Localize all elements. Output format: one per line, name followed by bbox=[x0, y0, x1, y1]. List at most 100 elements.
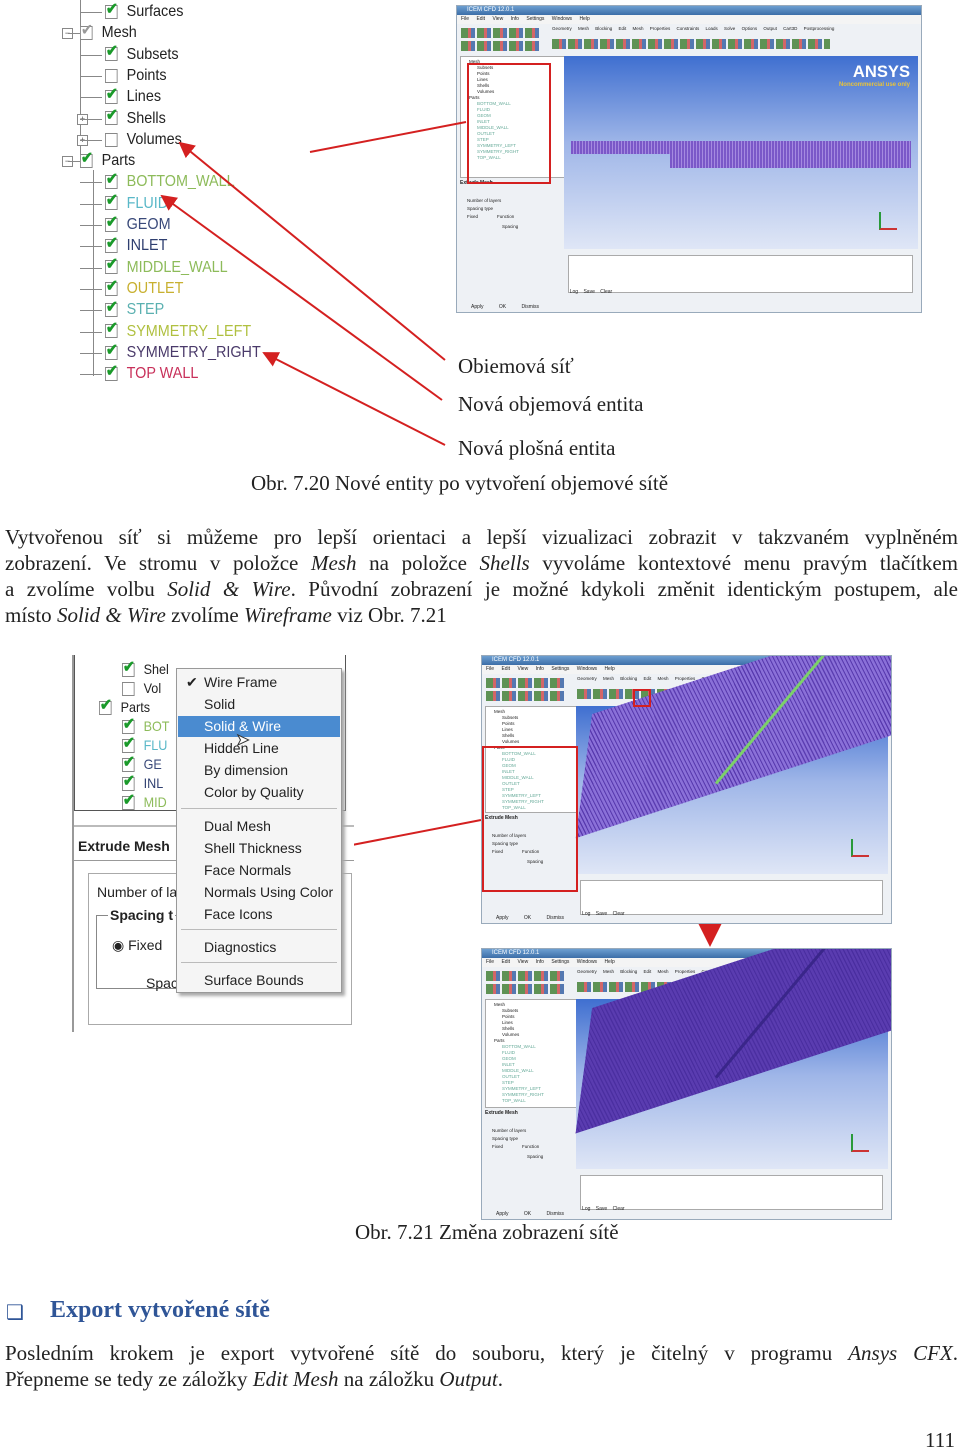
radio-selected-icon: ◉ bbox=[112, 937, 129, 953]
section-bullet-icon: ❑ bbox=[6, 1302, 24, 1324]
menu-item-label: Solid bbox=[204, 696, 236, 712]
panel-buttons[interactable]: Apply OK Dismiss bbox=[496, 915, 564, 921]
tree-item[interactable]: Parts bbox=[99, 696, 150, 717]
tree-item-label: MID bbox=[143, 794, 167, 810]
menu-item-label: By dimension bbox=[204, 762, 289, 778]
menu-item-wire-frame[interactable]: ✔ Wire Frame bbox=[178, 672, 340, 693]
function-label: Function bbox=[522, 1143, 540, 1149]
dismiss-button[interactable]: Dismiss bbox=[547, 915, 565, 921]
number-of-layers-label: Number of lay bbox=[97, 884, 185, 900]
menu-item-by-dimension[interactable]: By dimension bbox=[178, 760, 340, 781]
tree-item[interactable]: GE bbox=[122, 753, 162, 774]
menu-item-label: Surface Bounds bbox=[204, 972, 304, 988]
menu-separator bbox=[181, 808, 337, 809]
tree-item[interactable]: INL bbox=[122, 772, 164, 793]
toolbar-icons[interactable] bbox=[486, 678, 566, 688]
extrude-mesh-title: Extrude Mesh bbox=[78, 838, 170, 854]
extrude-mesh-title: Extrude Mesh bbox=[485, 1109, 518, 1116]
menu-item-solid[interactable]: Solid bbox=[178, 694, 340, 715]
menu-item-solid-wire[interactable]: Solid & Wire bbox=[178, 716, 340, 737]
checkbox-icon[interactable] bbox=[122, 658, 135, 678]
tree-item-label: Vol bbox=[143, 680, 162, 696]
checkbox-icon[interactable] bbox=[122, 715, 135, 735]
menu-separator bbox=[181, 962, 337, 963]
panel-buttons[interactable]: Apply OK Dismiss bbox=[496, 1211, 564, 1217]
graphics-viewport[interactable]: ANSYSNoncommercial use only bbox=[576, 656, 888, 875]
menu-item-label: Wire Frame bbox=[204, 674, 278, 690]
spacing-label: Spac bbox=[146, 975, 178, 991]
log-buttons[interactable]: Log Save Clear bbox=[582, 911, 624, 917]
apply-button[interactable]: Apply bbox=[496, 915, 509, 921]
toolbar-icons[interactable] bbox=[486, 971, 566, 981]
text-line: Posledním krokem je export vytvořené sít… bbox=[5, 1341, 959, 1365]
tree-item[interactable]: MID bbox=[122, 791, 167, 812]
spacing-label: Spacing bbox=[527, 1153, 544, 1159]
menu-item-shell-thickness[interactable]: Shell Thickness bbox=[178, 838, 340, 859]
ok-button[interactable]: OK bbox=[524, 915, 531, 921]
menu-item-dual-mesh[interactable]: Dual Mesh bbox=[178, 816, 340, 837]
mesh-body bbox=[575, 948, 892, 1133]
fixed-radio[interactable]: ◉ Fixed bbox=[112, 937, 162, 954]
mouse-cursor-icon: ➤ bbox=[235, 732, 250, 750]
message-log[interactable] bbox=[580, 1175, 883, 1211]
menu-item-surface-bounds[interactable]: Surface Bounds bbox=[178, 970, 340, 991]
clear-button[interactable]: Clear bbox=[613, 911, 625, 917]
message-log[interactable] bbox=[580, 880, 883, 915]
menu-item-label: Dual Mesh bbox=[204, 818, 271, 834]
figure-caption-7-21: Obr. 7.21 Změna zobrazení sítě bbox=[355, 1220, 619, 1244]
display-context-menu: ✔ Wire Frame Solid Solid & Wire Hidden Line B… bbox=[176, 668, 342, 993]
toolbar-icons[interactable] bbox=[486, 691, 566, 701]
ok-button[interactable]: OK bbox=[524, 1211, 531, 1217]
toolbar-icons[interactable] bbox=[486, 984, 566, 994]
text-line: místo Solid & Wire zvolíme Wireframe viz… bbox=[5, 603, 447, 627]
menu-item-normals-using-color[interactable]: Normals Using Color bbox=[178, 882, 340, 903]
checkbox-icon[interactable] bbox=[122, 791, 135, 811]
spacing-type-label: Spacing type bbox=[492, 1135, 519, 1141]
menu-item-label: Face Icons bbox=[204, 906, 273, 922]
menu-item-label: Shell Thickness bbox=[204, 840, 302, 856]
tree-item-label: GE bbox=[143, 756, 162, 772]
arrow-menu-to-screenshot bbox=[351, 819, 482, 846]
number-of-layers-label: Number of layers bbox=[492, 1127, 527, 1133]
menu-item-label: Diagnostics bbox=[204, 939, 277, 955]
fixed-label: Fixed bbox=[492, 1143, 504, 1149]
checkbox-icon[interactable] bbox=[122, 772, 135, 792]
document-page: Surfaces−MeshSubsetsPointsLines+Shells+V… bbox=[0, 0, 960, 1451]
tree-item[interactable]: TOP_WALL bbox=[490, 1098, 574, 1104]
save-button[interactable]: Save bbox=[596, 1206, 607, 1212]
tree-item[interactable]: BOT bbox=[122, 715, 170, 736]
menu-item-hidden-line[interactable]: Hidden Line bbox=[178, 738, 340, 759]
tree-item[interactable]: Shel bbox=[122, 658, 169, 679]
log-button[interactable]: Log bbox=[582, 1206, 590, 1212]
menu-item-color-by-quality[interactable]: Color by Quality bbox=[178, 782, 340, 803]
arrow-to-screenshot bbox=[309, 121, 467, 153]
graphics-viewport[interactable]: ANSYSNoncommercial use only bbox=[576, 949, 888, 1170]
icem-screenshot-solid-wire: ICEM CFD 12.0.1 File Edit View Info Setti… bbox=[481, 948, 892, 1220]
checkbox-icon[interactable] bbox=[122, 734, 135, 754]
log-buttons[interactable]: Log Save Clear bbox=[582, 1206, 624, 1212]
checkbox-icon[interactable] bbox=[122, 753, 135, 773]
tree-item-label: INL bbox=[143, 775, 164, 791]
section-heading: Export vytvořené sítě bbox=[50, 1297, 270, 1323]
arrow-fluid bbox=[160, 194, 443, 401]
menu-item-diagnostics[interactable]: Diagnostics bbox=[178, 937, 340, 958]
tree-item[interactable]: Vol bbox=[122, 678, 161, 698]
log-button[interactable]: Log bbox=[582, 911, 590, 917]
text-line: Vytvořenou síť si můžeme pro lepší orien… bbox=[5, 525, 958, 549]
menu-item-face-icons[interactable]: Face Icons bbox=[178, 904, 340, 925]
arrow-symmetry-right bbox=[262, 352, 446, 446]
clear-button[interactable]: Clear bbox=[613, 1206, 625, 1212]
tree-item[interactable]: FLU bbox=[122, 734, 168, 755]
checkmark-icon: ✔ bbox=[186, 674, 198, 690]
annotation-volume-mesh: Obiemová síť bbox=[458, 354, 574, 378]
dismiss-button[interactable]: Dismiss bbox=[547, 1211, 565, 1217]
annotation-new-volume-entity: Nová objemová entita bbox=[458, 392, 644, 416]
tree-item-label: FLU bbox=[143, 737, 168, 753]
checkbox-icon[interactable] bbox=[99, 696, 112, 716]
menu-item-face-normals[interactable]: Face Normals bbox=[178, 860, 340, 881]
save-button[interactable]: Save bbox=[596, 911, 607, 917]
apply-button[interactable]: Apply bbox=[496, 1211, 509, 1217]
model-tree-panel[interactable]: Mesh Subsets Points Lines Shells Volumes Parts… bbox=[485, 999, 580, 1108]
checkbox-icon[interactable] bbox=[122, 682, 135, 697]
paragraph-export: Posledním krokem je export vytvořené sít… bbox=[5, 1340, 958, 1392]
